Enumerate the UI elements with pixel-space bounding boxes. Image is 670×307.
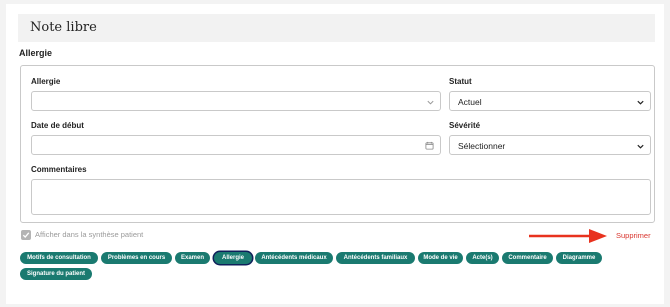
statut-label: Statut bbox=[449, 77, 472, 86]
tag-problemes-en-cours[interactable]: Problèmes en cours bbox=[101, 252, 172, 264]
arrow-right-icon bbox=[529, 229, 607, 243]
allergie-label: Allergie bbox=[31, 77, 61, 86]
calendar-icon[interactable] bbox=[425, 141, 434, 150]
statut-value: Actuel bbox=[458, 97, 482, 107]
tag-motifs-consultation[interactable]: Motifs de consultation bbox=[20, 252, 98, 264]
tag-allergie[interactable]: Allergie bbox=[214, 252, 252, 264]
severite-label: Sévérité bbox=[449, 121, 481, 130]
allergy-form: Allergie Statut Actuel Date de début Sév… bbox=[20, 65, 655, 223]
delete-link[interactable]: Supprimer bbox=[616, 231, 651, 240]
commentaires-textarea[interactable] bbox=[31, 179, 651, 215]
commentaires-label: Commentaires bbox=[31, 165, 87, 174]
tag-diagramme[interactable]: Diagramme bbox=[556, 252, 602, 264]
tag-commentaire[interactable]: Commentaire bbox=[502, 252, 553, 264]
tag-antecedents-medicaux[interactable]: Antécédents médicaux bbox=[255, 252, 333, 264]
statut-select[interactable]: Actuel bbox=[449, 91, 651, 111]
date-label: Date de début bbox=[31, 121, 84, 130]
tag-examen[interactable]: Examen bbox=[175, 252, 210, 264]
date-input[interactable] bbox=[31, 135, 441, 155]
chevron-down-icon bbox=[637, 100, 644, 105]
severite-select[interactable]: Sélectionner bbox=[449, 135, 651, 155]
tag-signature-patient[interactable]: Signature du patient bbox=[20, 268, 92, 280]
section-title: Allergie bbox=[19, 48, 53, 58]
severite-value: Sélectionner bbox=[458, 141, 506, 151]
check-icon bbox=[22, 232, 30, 238]
note-title: Note libre bbox=[30, 20, 97, 35]
chevron-down-icon bbox=[427, 100, 434, 105]
tag-actes[interactable]: Acte(s) bbox=[466, 252, 499, 264]
synthese-label: Afficher dans la synthèse patient bbox=[35, 230, 144, 239]
note-header: Note libre bbox=[18, 14, 655, 42]
synthese-checkbox[interactable] bbox=[21, 230, 31, 240]
allergie-select[interactable] bbox=[31, 91, 441, 111]
chevron-down-icon bbox=[637, 144, 644, 149]
tag-antecedents-familiaux[interactable]: Antécédents familiaux bbox=[336, 252, 415, 264]
tag-mode-de-vie[interactable]: Mode de vie bbox=[418, 252, 463, 264]
note-card: Note libre Allergie Allergie Statut Actu… bbox=[6, 4, 664, 304]
